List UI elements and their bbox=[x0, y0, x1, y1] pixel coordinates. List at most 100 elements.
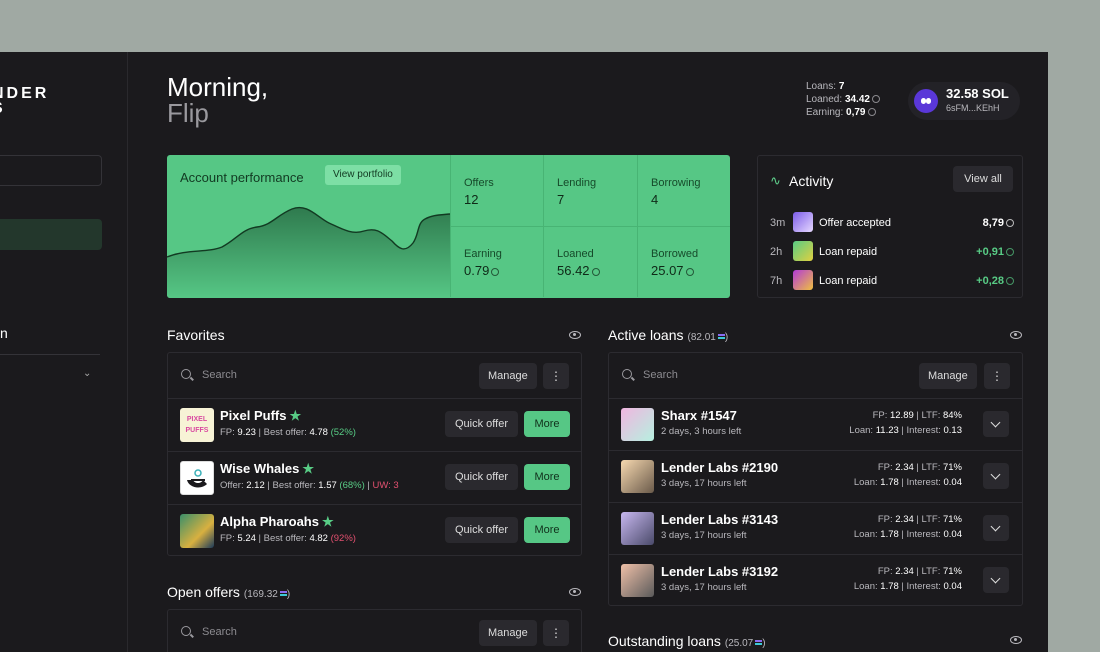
interest-value: 0.04 bbox=[943, 581, 963, 592]
loaned-label: Loaned: bbox=[806, 94, 843, 105]
favorite-row[interactable]: Wise Whales ★ Offer: 2.12 | Best offer: 1… bbox=[168, 452, 581, 505]
activity-item[interactable]: 3m Offer accepted 8,79 bbox=[770, 212, 1014, 234]
manage-button[interactable]: Manage bbox=[919, 363, 977, 389]
ltf-value: 84% bbox=[942, 410, 962, 421]
open-offers-total: (169.32) bbox=[243, 589, 291, 600]
sol-coin-icon bbox=[871, 95, 880, 103]
manage-button[interactable]: Manage bbox=[479, 363, 537, 389]
app-logo[interactable]: NDER S bbox=[0, 86, 49, 117]
stat-label: Lending bbox=[557, 177, 597, 189]
favorites-title: Favorites bbox=[167, 327, 225, 343]
activity-amount: 8,79 bbox=[983, 217, 1014, 229]
stat-label: LTF: bbox=[921, 514, 941, 525]
activity-item[interactable]: 7h Loan repaid +0,28 bbox=[770, 270, 1014, 292]
performance-area-chart bbox=[167, 206, 450, 298]
wallet-button[interactable]: 32.58 SOL 6sFM...KEhH bbox=[908, 82, 1020, 120]
stat-value-text: 25.07 bbox=[651, 263, 684, 278]
chevron-down-icon[interactable]: ⌄ bbox=[83, 368, 91, 379]
eye-icon[interactable] bbox=[569, 331, 581, 339]
collection-name: Alpha Pharoahs ★ bbox=[220, 514, 334, 530]
manage-button[interactable]: Manage bbox=[479, 620, 537, 646]
section-title-text: Outstanding loans bbox=[608, 633, 721, 649]
quick-offer-button[interactable]: Quick offer bbox=[445, 411, 518, 437]
chevron-down-icon[interactable] bbox=[983, 567, 1009, 593]
active-loans-title: Active loans (82.01) bbox=[608, 327, 728, 343]
best-offer-value: 1.57 bbox=[318, 480, 337, 491]
loan-row[interactable]: Lender Labs #3143 3 days, 17 hours left … bbox=[609, 503, 1022, 555]
offer-value: 2.12 bbox=[246, 480, 265, 491]
sol-coin-icon bbox=[1006, 277, 1014, 285]
loan-value: 1.78 bbox=[880, 581, 899, 592]
separator: | bbox=[901, 425, 904, 436]
eye-icon[interactable] bbox=[1010, 636, 1022, 644]
best-offer-value: 4.82 bbox=[309, 533, 328, 544]
view-portfolio-button[interactable]: View portfolio bbox=[325, 165, 401, 185]
activity-item[interactable]: 2h Loan repaid +0,91 bbox=[770, 241, 1014, 263]
sidebar-item-active[interactable] bbox=[0, 219, 102, 250]
loan-row[interactable]: Lender Labs #3192 3 days, 17 hours left … bbox=[609, 555, 1022, 605]
stat-value-text: 0.79 bbox=[464, 263, 490, 278]
stat-value: 0.79 bbox=[464, 263, 500, 278]
stat-value: 56.42 bbox=[557, 263, 600, 278]
collection-name-text: Wise Whales bbox=[220, 461, 300, 476]
loans-count: 7 bbox=[838, 81, 845, 92]
stat-loaned: Loaned 56.42 bbox=[543, 226, 637, 297]
loan-amount-interest: Loan: 1.78 | Interest: 0.04 bbox=[854, 477, 962, 488]
sidebar-item-label[interactable]: n bbox=[0, 325, 8, 341]
stat-earning: Earning 0.79 bbox=[450, 226, 544, 297]
favorite-row[interactable]: PIXEL PUFFS Pixel Puffs ★ FP: 9.23 | Best … bbox=[168, 399, 581, 452]
loan-fp-ltf: FP: 2.34 | LTF: 71% bbox=[878, 514, 962, 525]
view-all-button[interactable]: View all bbox=[953, 166, 1013, 192]
app-window: NDER S n ⌄ Morning, Flip Loans: 7 Loaned… bbox=[0, 52, 1048, 652]
collection-stats: FP: 9.23 | Best offer: 4.78 (52%) bbox=[220, 427, 356, 438]
sidebar-search-input[interactable] bbox=[0, 155, 102, 186]
account-performance-card: Account performance View portfolio Offer… bbox=[167, 155, 730, 298]
more-options-button[interactable]: ⋮ bbox=[984, 363, 1010, 389]
loan-name: Lender Labs #3192 bbox=[661, 564, 779, 579]
loan-row[interactable]: Lender Labs #2190 3 days, 17 hours left … bbox=[609, 451, 1022, 503]
eye-icon[interactable] bbox=[569, 588, 581, 596]
account-stats: Loans: 7 Loaned: 34.42 Earning: 0,79 bbox=[806, 80, 880, 119]
active-loans-search-input[interactable]: Search bbox=[643, 369, 678, 381]
loan-row[interactable]: Sharx #1547 2 days, 3 hours left FP: 12.… bbox=[609, 399, 1022, 451]
open-offers-search-bar: Search Manage ⋮ bbox=[168, 610, 581, 652]
loan-amount-interest: Loan: 11.23 | Interest: 0.13 bbox=[849, 425, 962, 436]
quick-offer-button[interactable]: Quick offer bbox=[445, 464, 518, 490]
activity-label: Offer accepted bbox=[819, 217, 891, 229]
stat-label: Loan: bbox=[849, 425, 874, 436]
stat-label: Offers bbox=[464, 177, 494, 189]
star-icon[interactable]: ★ bbox=[302, 461, 314, 476]
nft-thumbnail bbox=[793, 241, 813, 261]
chevron-down-icon[interactable] bbox=[983, 463, 1009, 489]
eye-icon[interactable] bbox=[1010, 331, 1022, 339]
more-button[interactable]: More bbox=[524, 517, 570, 543]
sol-coin-icon bbox=[685, 268, 694, 276]
favorites-search-input[interactable]: Search bbox=[202, 369, 237, 381]
activity-time: 2h bbox=[770, 246, 783, 258]
stat-label: FP: bbox=[877, 514, 893, 525]
activity-amount: +0,91 bbox=[976, 246, 1014, 258]
sol-coin-icon bbox=[1006, 219, 1014, 227]
quick-offer-button[interactable]: Quick offer bbox=[445, 517, 518, 543]
more-options-button[interactable]: ⋮ bbox=[543, 620, 569, 646]
separator: | bbox=[916, 410, 919, 421]
loan-time-left: 2 days, 3 hours left bbox=[661, 426, 742, 437]
star-icon[interactable]: ★ bbox=[322, 514, 334, 529]
chevron-down-icon[interactable] bbox=[983, 515, 1009, 541]
sol-coin-icon bbox=[867, 108, 876, 116]
open-offers-search-input[interactable]: Search bbox=[202, 626, 237, 638]
star-icon[interactable]: ★ bbox=[289, 408, 301, 423]
favorite-row[interactable]: Alpha Pharoahs ★ FP: 5.24 | Best offer: 4… bbox=[168, 505, 581, 555]
loan-name: Lender Labs #3143 bbox=[661, 512, 779, 527]
stat-label: Borrowing bbox=[651, 177, 701, 189]
activity-title: Activity bbox=[789, 173, 834, 189]
more-options-button[interactable]: ⋮ bbox=[543, 363, 569, 389]
stat-label: Loan: bbox=[853, 477, 878, 488]
more-button[interactable]: More bbox=[524, 464, 570, 490]
chevron-down-icon[interactable] bbox=[983, 411, 1009, 437]
separator: | bbox=[916, 566, 919, 577]
separator: | bbox=[916, 514, 919, 525]
favorites-panel: Search Manage ⋮ PIXEL PUFFS Pixel Puffs ★ … bbox=[167, 352, 582, 556]
more-button[interactable]: More bbox=[524, 411, 570, 437]
stat-label: Interest: bbox=[906, 581, 941, 592]
